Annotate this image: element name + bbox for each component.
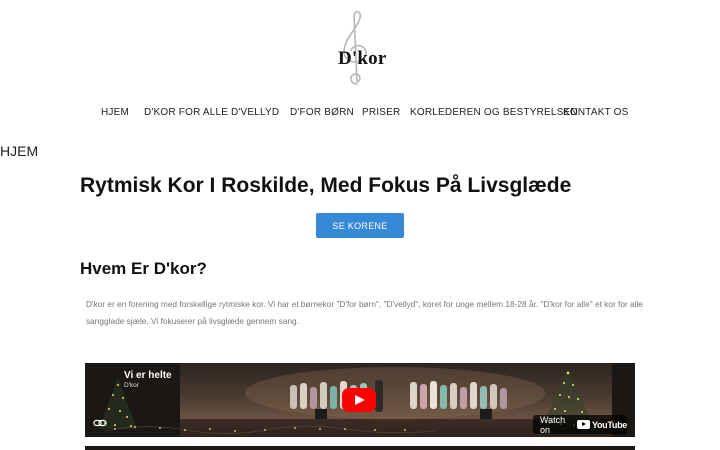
link-icon[interactable] xyxy=(93,418,107,428)
nav-item-priser[interactable]: PRISER xyxy=(362,107,400,118)
nav-item-dfor-born[interactable]: D'FOR BØRN xyxy=(290,107,354,118)
nav-item-dkor-for-alle[interactable]: D'KOR FOR ALLE xyxy=(144,107,228,118)
logo-text: D'kor xyxy=(338,48,387,69)
string-lights xyxy=(104,421,436,437)
section-title: Hvem Er D'kor? xyxy=(80,259,207,278)
nav-item-kontakt[interactable]: KONTAKT OS xyxy=(563,107,629,118)
breadcrumb: HJEM xyxy=(0,143,39,159)
hero-title: Rytmisk Kor I Roskilde, Med Fokus På Liv… xyxy=(80,174,572,197)
see-choirs-button[interactable]: SE KORENE xyxy=(316,213,404,238)
next-embed-edge xyxy=(85,446,635,450)
nav-item-dvellyd[interactable]: D'VELLYD xyxy=(231,107,279,118)
nav-item-hjem[interactable]: HJEM xyxy=(101,107,129,118)
watch-label: Watch on xyxy=(540,414,566,435)
about-paragraph: D'kor er en forening med forskellige ryt… xyxy=(86,299,643,326)
site-logo[interactable]: D'kor xyxy=(330,8,390,88)
video-title[interactable]: Vi er helte xyxy=(124,370,172,381)
nav-item-korlederen[interactable]: KORLEDEREN OG BESTYRELSEN xyxy=(410,107,578,118)
youtube-icon xyxy=(576,420,590,429)
youtube-wordmark: YouTube xyxy=(591,419,627,430)
video-channel[interactable]: D'kor xyxy=(124,382,139,389)
watch-on-youtube-button[interactable]: Watch on YouTube xyxy=(533,414,627,435)
play-icon[interactable] xyxy=(342,388,376,412)
youtube-logo: YouTube xyxy=(576,419,627,430)
main-nav: HJEM D'KOR FOR ALLE D'VELLYD D'FOR BØRN … xyxy=(0,107,720,123)
youtube-embed[interactable]: Vi er helte D'kor Watch on YouTube xyxy=(85,363,635,437)
